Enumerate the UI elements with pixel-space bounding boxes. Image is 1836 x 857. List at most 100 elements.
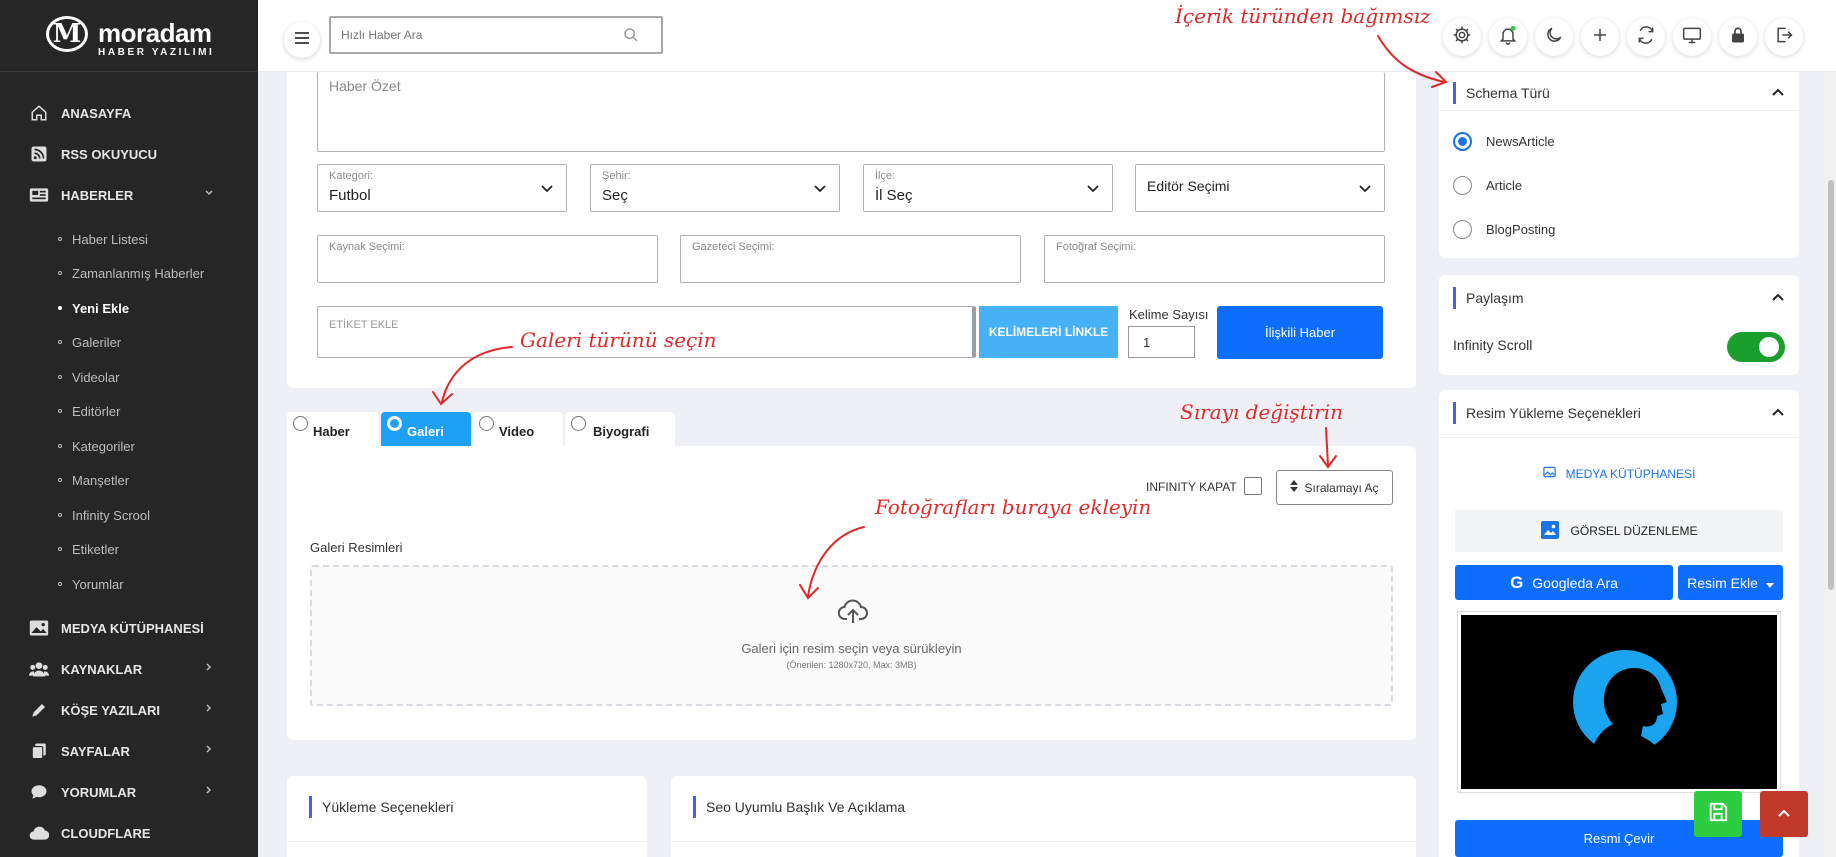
bell-icon xyxy=(1498,25,1518,50)
gallery-images-title: Galeri Resimleri xyxy=(310,540,403,555)
plus-icon xyxy=(1591,26,1609,49)
radio-selected xyxy=(1453,132,1472,151)
seo-title: Seo Uyumlu Başlık Ve Açıklama xyxy=(693,796,905,818)
settings-button[interactable] xyxy=(1443,18,1481,56)
chevron-up-icon[interactable] xyxy=(1771,291,1785,310)
refresh-icon xyxy=(1636,25,1656,50)
menu-toggle-button[interactable] xyxy=(284,22,320,58)
user-silhouette-icon xyxy=(1573,650,1677,759)
tab-biyografi[interactable]: Biyografi xyxy=(565,412,675,446)
logout-button[interactable] xyxy=(1765,18,1803,56)
brand-subtitle: HABER YAZILIMI xyxy=(98,47,215,58)
lock-button[interactable] xyxy=(1719,18,1757,56)
schema-option-blogposting[interactable]: BlogPosting xyxy=(1453,220,1555,239)
bullet-icon xyxy=(58,513,62,517)
tab-video[interactable]: Video xyxy=(473,412,563,446)
sidebar-sub-kategoriler[interactable]: Kategoriler xyxy=(58,435,135,457)
dark-mode-button[interactable] xyxy=(1535,18,1573,56)
scroll-top-button[interactable] xyxy=(1760,791,1808,837)
notifications-button[interactable] xyxy=(1489,18,1527,56)
editor-select[interactable]: Editör Seçimi xyxy=(1135,164,1385,212)
gear-icon xyxy=(1452,25,1472,50)
district-select[interactable]: İlçe: İl Seç xyxy=(863,164,1113,212)
sidebar: M moradam HABER YAZILIMI ANASAYFA RSS OK… xyxy=(0,0,258,857)
sidebar-sub-label: Kategoriler xyxy=(72,438,135,454)
brand-logo[interactable]: M moradam HABER YAZILIMI xyxy=(46,16,236,58)
scrollbar-track[interactable] xyxy=(1826,72,1836,857)
sidebar-sub-yeni-ekle[interactable]: Yeni Ekle xyxy=(58,297,129,319)
scrollbar-thumb[interactable] xyxy=(1828,180,1834,590)
monitor-icon xyxy=(1682,25,1702,50)
newspaper-icon xyxy=(28,186,50,204)
sidebar-item-label: YORUMLAR xyxy=(61,784,137,800)
google-search-button[interactable]: G Googleda Ara xyxy=(1455,565,1673,600)
tab-galeri[interactable]: Galeri xyxy=(381,412,471,446)
sidebar-sub-infinity[interactable]: Infinity Scrool xyxy=(58,504,150,526)
source-select[interactable]: Kaynak Seçimi: xyxy=(317,235,658,283)
schema-option-article[interactable]: Article xyxy=(1453,176,1522,195)
sort-toggle-button[interactable]: Sıralamayı Aç xyxy=(1276,470,1393,505)
infinity-off-checkbox[interactable] xyxy=(1244,477,1262,495)
moon-icon xyxy=(1544,25,1564,50)
tab-label: Galeri xyxy=(407,424,444,439)
save-button[interactable] xyxy=(1694,791,1742,837)
sidebar-item-kose-yazilari[interactable]: KÖŞE YAZILARI xyxy=(0,695,258,725)
chevron-down-icon xyxy=(1086,181,1100,200)
sidebar-sub-label: Yeni Ekle xyxy=(72,300,130,316)
search-icon[interactable] xyxy=(623,27,639,48)
sidebar-sub-haber-listesi[interactable]: Haber Listesi xyxy=(58,228,148,250)
image-preview[interactable] xyxy=(1457,611,1781,793)
sidebar-item-medya[interactable]: MEDYA KÜTÜPHANESİ xyxy=(0,613,258,643)
sidebar-item-yorumlar[interactable]: YORUMLAR xyxy=(0,777,258,807)
sidebar-sub-zamanlanmis[interactable]: Zamanlanmış Haberler xyxy=(58,262,204,284)
preview-button[interactable] xyxy=(1673,18,1711,56)
sidebar-sub-galeriler[interactable]: Galeriler xyxy=(58,331,121,353)
sort-icon xyxy=(1290,480,1299,495)
sidebar-item-kaynaklar[interactable]: KAYNAKLAR xyxy=(0,654,258,684)
photographer-label: Fotoğraf Seçimi: xyxy=(1056,241,1137,253)
chevron-up-icon[interactable] xyxy=(1771,406,1785,425)
search-input[interactable] xyxy=(341,18,621,52)
infinity-scroll-toggle[interactable] xyxy=(1727,332,1785,362)
chevron-right-icon xyxy=(204,784,214,798)
sidebar-sub-mansetler[interactable]: Manşetler xyxy=(58,469,129,491)
tab-haber[interactable]: Haber xyxy=(287,412,379,446)
word-count-input[interactable]: 1 xyxy=(1128,326,1195,358)
source-label: Kaynak Seçimi: xyxy=(329,241,405,253)
arrowhead xyxy=(432,391,453,406)
photographer-select[interactable]: Fotoğraf Seçimi: xyxy=(1044,235,1385,283)
link-words-button[interactable]: KELİMELERİ LİNKLE xyxy=(979,306,1118,358)
image-icon xyxy=(1542,466,1556,481)
image-edit-label: GÖRSEL DÜZENLEME xyxy=(1570,524,1698,538)
sidebar-item-cloudflare[interactable]: CLOUDFLARE xyxy=(0,818,258,848)
sidebar-item-haberler[interactable]: HABERLER xyxy=(0,180,258,210)
chevron-up-icon[interactable] xyxy=(1771,86,1785,105)
schema-option-newsarticle[interactable]: NewsArticle xyxy=(1453,132,1555,151)
gallery-dropzone[interactable]: Galeri için resim seçin veya sürükleyin … xyxy=(310,565,1393,706)
sidebar-sub-editorler[interactable]: Editörler xyxy=(58,400,120,422)
add-button[interactable] xyxy=(1581,18,1619,56)
related-news-button[interactable]: İlişkili Haber xyxy=(1217,306,1383,359)
summary-textarea[interactable]: Haber Özet xyxy=(317,72,1385,152)
tag-placeholder: ETİKET EKLE xyxy=(329,319,399,331)
add-image-dropdown[interactable]: Resim Ekle xyxy=(1678,565,1783,600)
sidebar-item-rss[interactable]: RSS OKUYUCU xyxy=(0,139,258,169)
category-select[interactable]: Kategori: Futbol xyxy=(317,164,567,212)
radio-label: BlogPosting xyxy=(1486,222,1556,237)
media-library-link[interactable]: MEDYA KÜTÜPHANESİ xyxy=(1439,466,1799,481)
sidebar-item-sayfalar[interactable]: SAYFALAR xyxy=(0,736,258,766)
sidebar-sub-etiketler[interactable]: Etiketler xyxy=(58,538,119,560)
sidebar-sub-yorumlar[interactable]: Yorumlar xyxy=(58,573,124,595)
city-select[interactable]: Şehir: Seç xyxy=(590,164,840,212)
sidebar-item-anasayfa[interactable]: ANASAYFA xyxy=(0,98,258,128)
image-upload-panel: Resim Yükleme Seçenekleri MEDYA KÜTÜPHAN… xyxy=(1439,390,1799,857)
divider xyxy=(1439,110,1799,111)
journalist-select[interactable]: Gazeteci Seçimi: xyxy=(680,235,1021,283)
image-edit-button[interactable]: GÖRSEL DÜZENLEME xyxy=(1455,510,1783,552)
refresh-button[interactable] xyxy=(1627,18,1665,56)
upload-options-title: Yükleme Seçenekleri xyxy=(309,796,454,818)
quick-search[interactable] xyxy=(329,16,663,54)
bullet-icon xyxy=(58,271,62,275)
sidebar-sub-videolar[interactable]: Videolar xyxy=(58,366,119,388)
sidebar-sub-label: Manşetler xyxy=(72,472,130,488)
